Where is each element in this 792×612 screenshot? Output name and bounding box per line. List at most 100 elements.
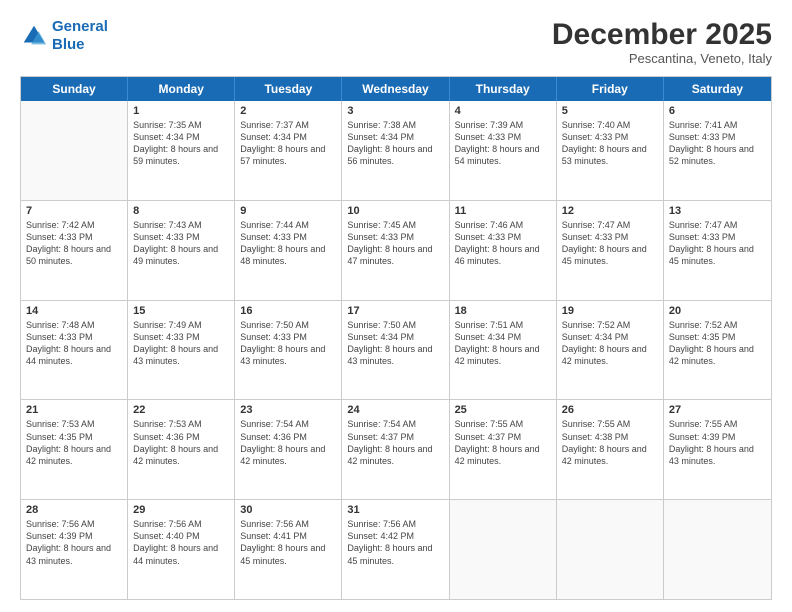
cal-cell-0-0 [21, 101, 128, 200]
cal-cell-2-3: 17Sunrise: 7:50 AMSunset: 4:34 PMDayligh… [342, 301, 449, 400]
header-friday: Friday [557, 77, 664, 101]
cell-info: Sunrise: 7:39 AMSunset: 4:33 PMDaylight:… [455, 120, 540, 166]
header-sunday: Sunday [21, 77, 128, 101]
title-block: December 2025 Pescantina, Veneto, Italy [552, 18, 772, 66]
cell-info: Sunrise: 7:55 AMSunset: 4:38 PMDaylight:… [562, 419, 647, 465]
cal-cell-2-1: 15 Sunrise: 7:49 AMSunset: 4:33 PMDayligh… [128, 301, 235, 400]
cell-info: Sunrise: 7:40 AMSunset: 4:33 PMDaylight:… [562, 120, 647, 166]
cell-info: Sunrise: 7:53 AMSunset: 4:36 PMDaylight:… [133, 419, 218, 465]
cell-info: Sunrise: 7:51 AMSunset: 4:34 PMDaylight:… [455, 320, 540, 366]
logo-text: General Blue [52, 18, 108, 54]
day-number: 31 [347, 504, 443, 516]
cal-cell-4-2: 30 Sunrise: 7:56 AMSunset: 4:41 PMDayligh… [235, 500, 342, 599]
cal-cell-3-0: 21Sunrise: 7:53 AMSunset: 4:35 PMDayligh… [21, 400, 128, 499]
cell-info: Sunrise: 7:54 AMSunset: 4:36 PMDaylight:… [240, 419, 325, 465]
cell-info: Sunrise: 7:43 AMSunset: 4:33 PMDaylight:… [133, 220, 218, 266]
cal-cell-3-4: 25 Sunrise: 7:55 AMSunset: 4:37 PMDayligh… [450, 400, 557, 499]
cell-info: Sunrise: 7:56 AMSunset: 4:42 PMDaylight:… [347, 519, 432, 565]
day-number: 6 [669, 105, 766, 117]
day-number: 24 [347, 404, 443, 416]
cal-cell-1-1: 8 Sunrise: 7:43 AMSunset: 4:33 PMDaylight… [128, 201, 235, 300]
cell-info: Sunrise: 7:50 AMSunset: 4:33 PMDaylight:… [240, 320, 325, 366]
cal-cell-2-4: 18 Sunrise: 7:51 AMSunset: 4:34 PMDayligh… [450, 301, 557, 400]
day-number: 22 [133, 404, 229, 416]
day-number: 20 [669, 305, 766, 317]
cal-cell-4-4 [450, 500, 557, 599]
day-number: 7 [26, 205, 122, 217]
cal-cell-1-3: 10 Sunrise: 7:45 AMSunset: 4:33 PMDayligh… [342, 201, 449, 300]
day-number: 9 [240, 205, 336, 217]
day-number: 2 [240, 105, 336, 117]
day-number: 15 [133, 305, 229, 317]
calendar-header: Sunday Monday Tuesday Wednesday Thursday… [21, 77, 771, 101]
day-number: 14 [26, 305, 122, 317]
header-tuesday: Tuesday [235, 77, 342, 101]
cal-cell-3-2: 23Sunrise: 7:54 AMSunset: 4:36 PMDayligh… [235, 400, 342, 499]
calendar-row-4: 28 Sunrise: 7:56 AMSunset: 4:39 PMDayligh… [21, 499, 771, 599]
day-number: 28 [26, 504, 122, 516]
cal-cell-0-3: 3 Sunrise: 7:38 AMSunset: 4:34 PMDaylight… [342, 101, 449, 200]
cal-cell-2-5: 19 Sunrise: 7:52 AMSunset: 4:34 PMDayligh… [557, 301, 664, 400]
cell-info: Sunrise: 7:35 AMSunset: 4:34 PMDaylight:… [133, 120, 218, 166]
cell-info: Sunrise: 7:49 AMSunset: 4:33 PMDaylight:… [133, 320, 218, 366]
logo-line1: General [52, 18, 108, 35]
cal-cell-4-3: 31 Sunrise: 7:56 AMSunset: 4:42 PMDayligh… [342, 500, 449, 599]
day-number: 30 [240, 504, 336, 516]
day-number: 13 [669, 205, 766, 217]
day-number: 16 [240, 305, 336, 317]
cell-info: Sunrise: 7:38 AMSunset: 4:34 PMDaylight:… [347, 120, 432, 166]
cal-cell-1-2: 9Sunrise: 7:44 AMSunset: 4:33 PMDaylight… [235, 201, 342, 300]
calendar-row-2: 14 Sunrise: 7:48 AMSunset: 4:33 PMDayligh… [21, 300, 771, 400]
cal-cell-4-5 [557, 500, 664, 599]
cell-info: Sunrise: 7:56 AMSunset: 4:41 PMDaylight:… [240, 519, 325, 565]
calendar: Sunday Monday Tuesday Wednesday Thursday… [20, 76, 772, 600]
cell-info: Sunrise: 7:41 AMSunset: 4:33 PMDaylight:… [669, 120, 754, 166]
cell-info: Sunrise: 7:56 AMSunset: 4:39 PMDaylight:… [26, 519, 111, 565]
cal-cell-1-0: 7 Sunrise: 7:42 AMSunset: 4:33 PMDaylight… [21, 201, 128, 300]
day-number: 19 [562, 305, 658, 317]
cell-info: Sunrise: 7:37 AMSunset: 4:34 PMDaylight:… [240, 120, 325, 166]
cell-info: Sunrise: 7:45 AMSunset: 4:33 PMDaylight:… [347, 220, 432, 266]
month-title: December 2025 [552, 18, 772, 51]
logo-line2: Blue [52, 36, 85, 53]
location: Pescantina, Veneto, Italy [552, 51, 772, 66]
cell-info: Sunrise: 7:47 AMSunset: 4:33 PMDaylight:… [669, 220, 754, 266]
day-number: 21 [26, 404, 122, 416]
calendar-row-0: 1 Sunrise: 7:35 AMSunset: 4:34 PMDaylight… [21, 101, 771, 200]
day-number: 3 [347, 105, 443, 117]
cal-cell-3-5: 26 Sunrise: 7:55 AMSunset: 4:38 PMDayligh… [557, 400, 664, 499]
cal-cell-4-0: 28 Sunrise: 7:56 AMSunset: 4:39 PMDayligh… [21, 500, 128, 599]
cell-info: Sunrise: 7:47 AMSunset: 4:33 PMDaylight:… [562, 220, 647, 266]
cal-cell-4-6 [664, 500, 771, 599]
day-number: 10 [347, 205, 443, 217]
day-number: 8 [133, 205, 229, 217]
header-thursday: Thursday [450, 77, 557, 101]
cal-cell-3-6: 27 Sunrise: 7:55 AMSunset: 4:39 PMDayligh… [664, 400, 771, 499]
day-number: 11 [455, 205, 551, 217]
cell-info: Sunrise: 7:52 AMSunset: 4:34 PMDaylight:… [562, 320, 647, 366]
cal-cell-1-6: 13 Sunrise: 7:47 AMSunset: 4:33 PMDayligh… [664, 201, 771, 300]
cell-info: Sunrise: 7:54 AMSunset: 4:37 PMDaylight:… [347, 419, 432, 465]
cal-cell-4-1: 29Sunrise: 7:56 AMSunset: 4:40 PMDayligh… [128, 500, 235, 599]
day-number: 25 [455, 404, 551, 416]
cell-info: Sunrise: 7:55 AMSunset: 4:37 PMDaylight:… [455, 419, 540, 465]
cell-info: Sunrise: 7:46 AMSunset: 4:33 PMDaylight:… [455, 220, 540, 266]
header-wednesday: Wednesday [342, 77, 449, 101]
cal-cell-0-6: 6 Sunrise: 7:41 AMSunset: 4:33 PMDaylight… [664, 101, 771, 200]
cal-cell-1-5: 12Sunrise: 7:47 AMSunset: 4:33 PMDayligh… [557, 201, 664, 300]
cell-info: Sunrise: 7:52 AMSunset: 4:35 PMDaylight:… [669, 320, 754, 366]
day-number: 18 [455, 305, 551, 317]
cell-info: Sunrise: 7:56 AMSunset: 4:40 PMDaylight:… [133, 519, 218, 565]
day-number: 26 [562, 404, 658, 416]
header-saturday: Saturday [664, 77, 771, 101]
cell-info: Sunrise: 7:55 AMSunset: 4:39 PMDaylight:… [669, 419, 754, 465]
header: General Blue December 2025 Pescantina, V… [20, 18, 772, 66]
calendar-row-1: 7 Sunrise: 7:42 AMSunset: 4:33 PMDaylight… [21, 200, 771, 300]
day-number: 5 [562, 105, 658, 117]
page: General Blue December 2025 Pescantina, V… [0, 0, 792, 612]
day-number: 1 [133, 105, 229, 117]
cell-info: Sunrise: 7:42 AMSunset: 4:33 PMDaylight:… [26, 220, 111, 266]
cell-info: Sunrise: 7:48 AMSunset: 4:33 PMDaylight:… [26, 320, 111, 366]
day-number: 27 [669, 404, 766, 416]
cal-cell-2-2: 16 Sunrise: 7:50 AMSunset: 4:33 PMDayligh… [235, 301, 342, 400]
